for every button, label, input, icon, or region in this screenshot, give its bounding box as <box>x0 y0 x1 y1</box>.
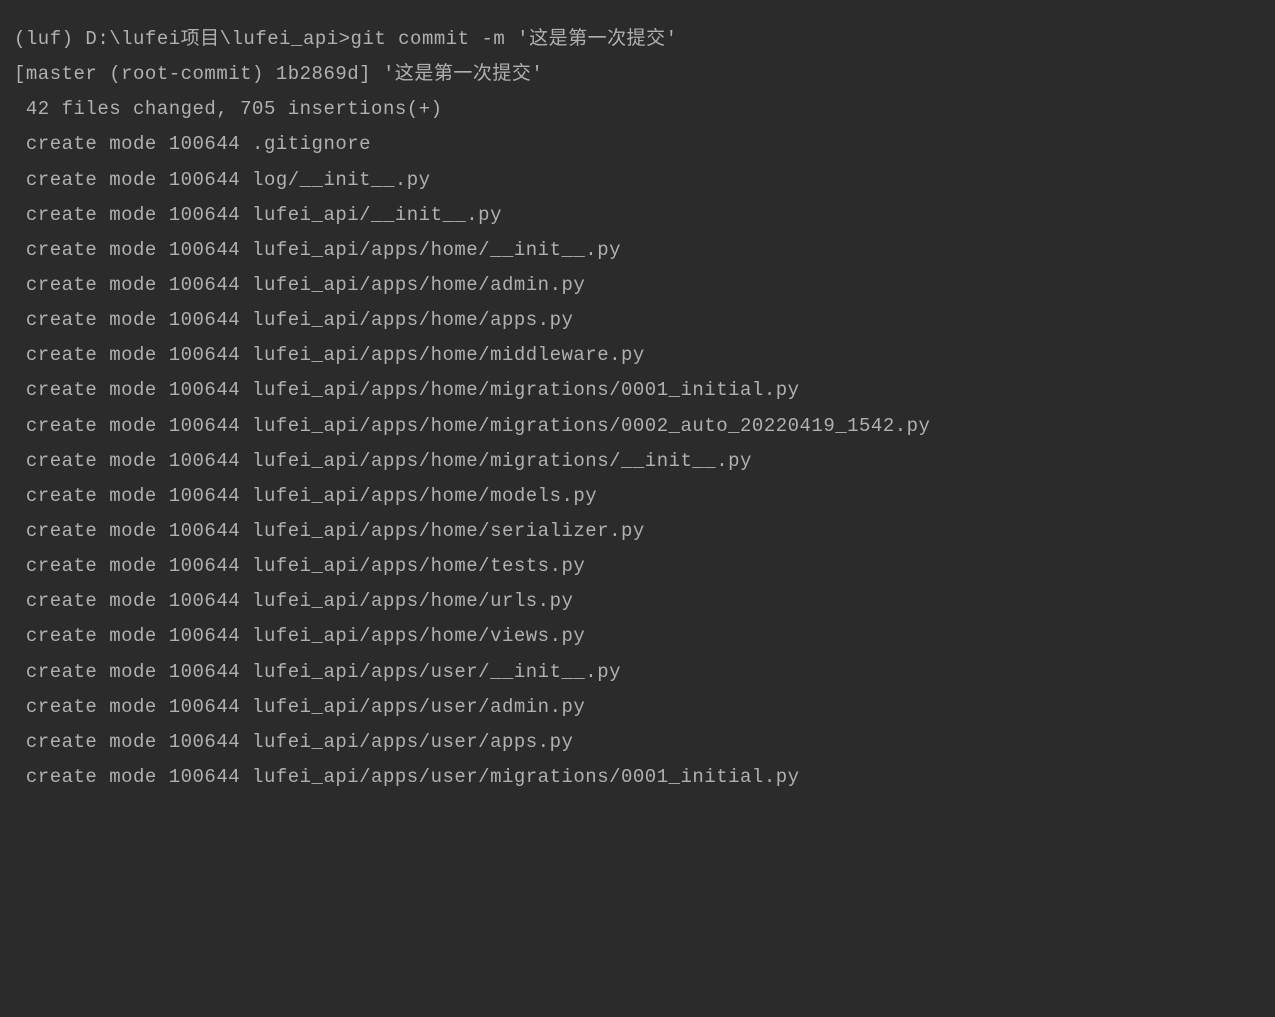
file-line: create mode 100644 lufei_api/apps/home/m… <box>14 409 1261 444</box>
file-line: create mode 100644 lufei_api/apps/home/m… <box>14 373 1261 408</box>
commit-info-line: [master (root-commit) 1b2869d] '这是第一次提交' <box>14 57 1261 92</box>
file-line: create mode 100644 lufei_api/apps/home/m… <box>14 479 1261 514</box>
file-line: create mode 100644 lufei_api/apps/home/t… <box>14 549 1261 584</box>
file-line: create mode 100644 lufei_api/apps/home/v… <box>14 619 1261 654</box>
file-line: create mode 100644 lufei_api/apps/home/u… <box>14 584 1261 619</box>
file-line: create mode 100644 lufei_api/apps/home/m… <box>14 338 1261 373</box>
file-line: create mode 100644 lufei_api/apps/user/a… <box>14 690 1261 725</box>
file-line: create mode 100644 lufei_api/apps/user/m… <box>14 760 1261 795</box>
file-line: create mode 100644 lufei_api/apps/user/_… <box>14 655 1261 690</box>
file-line: create mode 100644 lufei_api/apps/home/a… <box>14 268 1261 303</box>
prompt-line: (luf) D:\lufei项目\lufei_api>git commit -m… <box>14 22 1261 57</box>
file-line: create mode 100644 lufei_api/__init__.py <box>14 198 1261 233</box>
file-line: create mode 100644 lufei_api/apps/user/a… <box>14 725 1261 760</box>
file-line: create mode 100644 lufei_api/apps/home/a… <box>14 303 1261 338</box>
file-line: create mode 100644 log/__init__.py <box>14 163 1261 198</box>
file-line: create mode 100644 lufei_api/apps/home/m… <box>14 444 1261 479</box>
terminal-output[interactable]: (luf) D:\lufei项目\lufei_api>git commit -m… <box>14 22 1261 795</box>
file-line: create mode 100644 lufei_api/apps/home/_… <box>14 233 1261 268</box>
command: git commit -m '这是第一次提交' <box>351 28 678 50</box>
file-line: create mode 100644 lufei_api/apps/home/s… <box>14 514 1261 549</box>
file-line: create mode 100644 .gitignore <box>14 127 1261 162</box>
prompt: (luf) D:\lufei项目\lufei_api> <box>14 28 351 50</box>
stats-line: 42 files changed, 705 insertions(+) <box>14 92 1261 127</box>
